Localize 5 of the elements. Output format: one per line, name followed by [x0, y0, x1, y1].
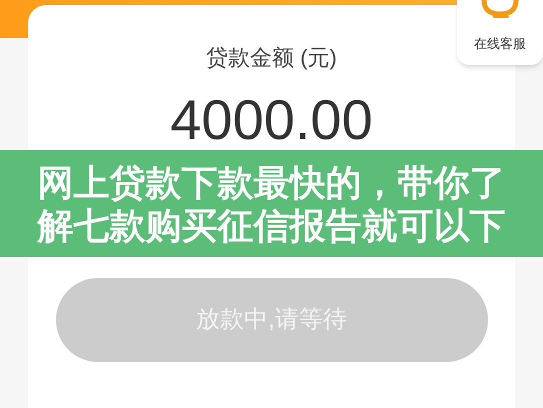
amount-label: 贷款金额 (元)	[206, 44, 337, 72]
banner-title: 网上贷款下款最快的，带你了解七款购买征信报告就可以下	[36, 160, 506, 246]
loan-amount: 4000.00	[170, 90, 373, 150]
customer-service-label: 在线客服	[474, 35, 526, 53]
customer-service-button[interactable]: 在线客服	[457, 0, 543, 65]
